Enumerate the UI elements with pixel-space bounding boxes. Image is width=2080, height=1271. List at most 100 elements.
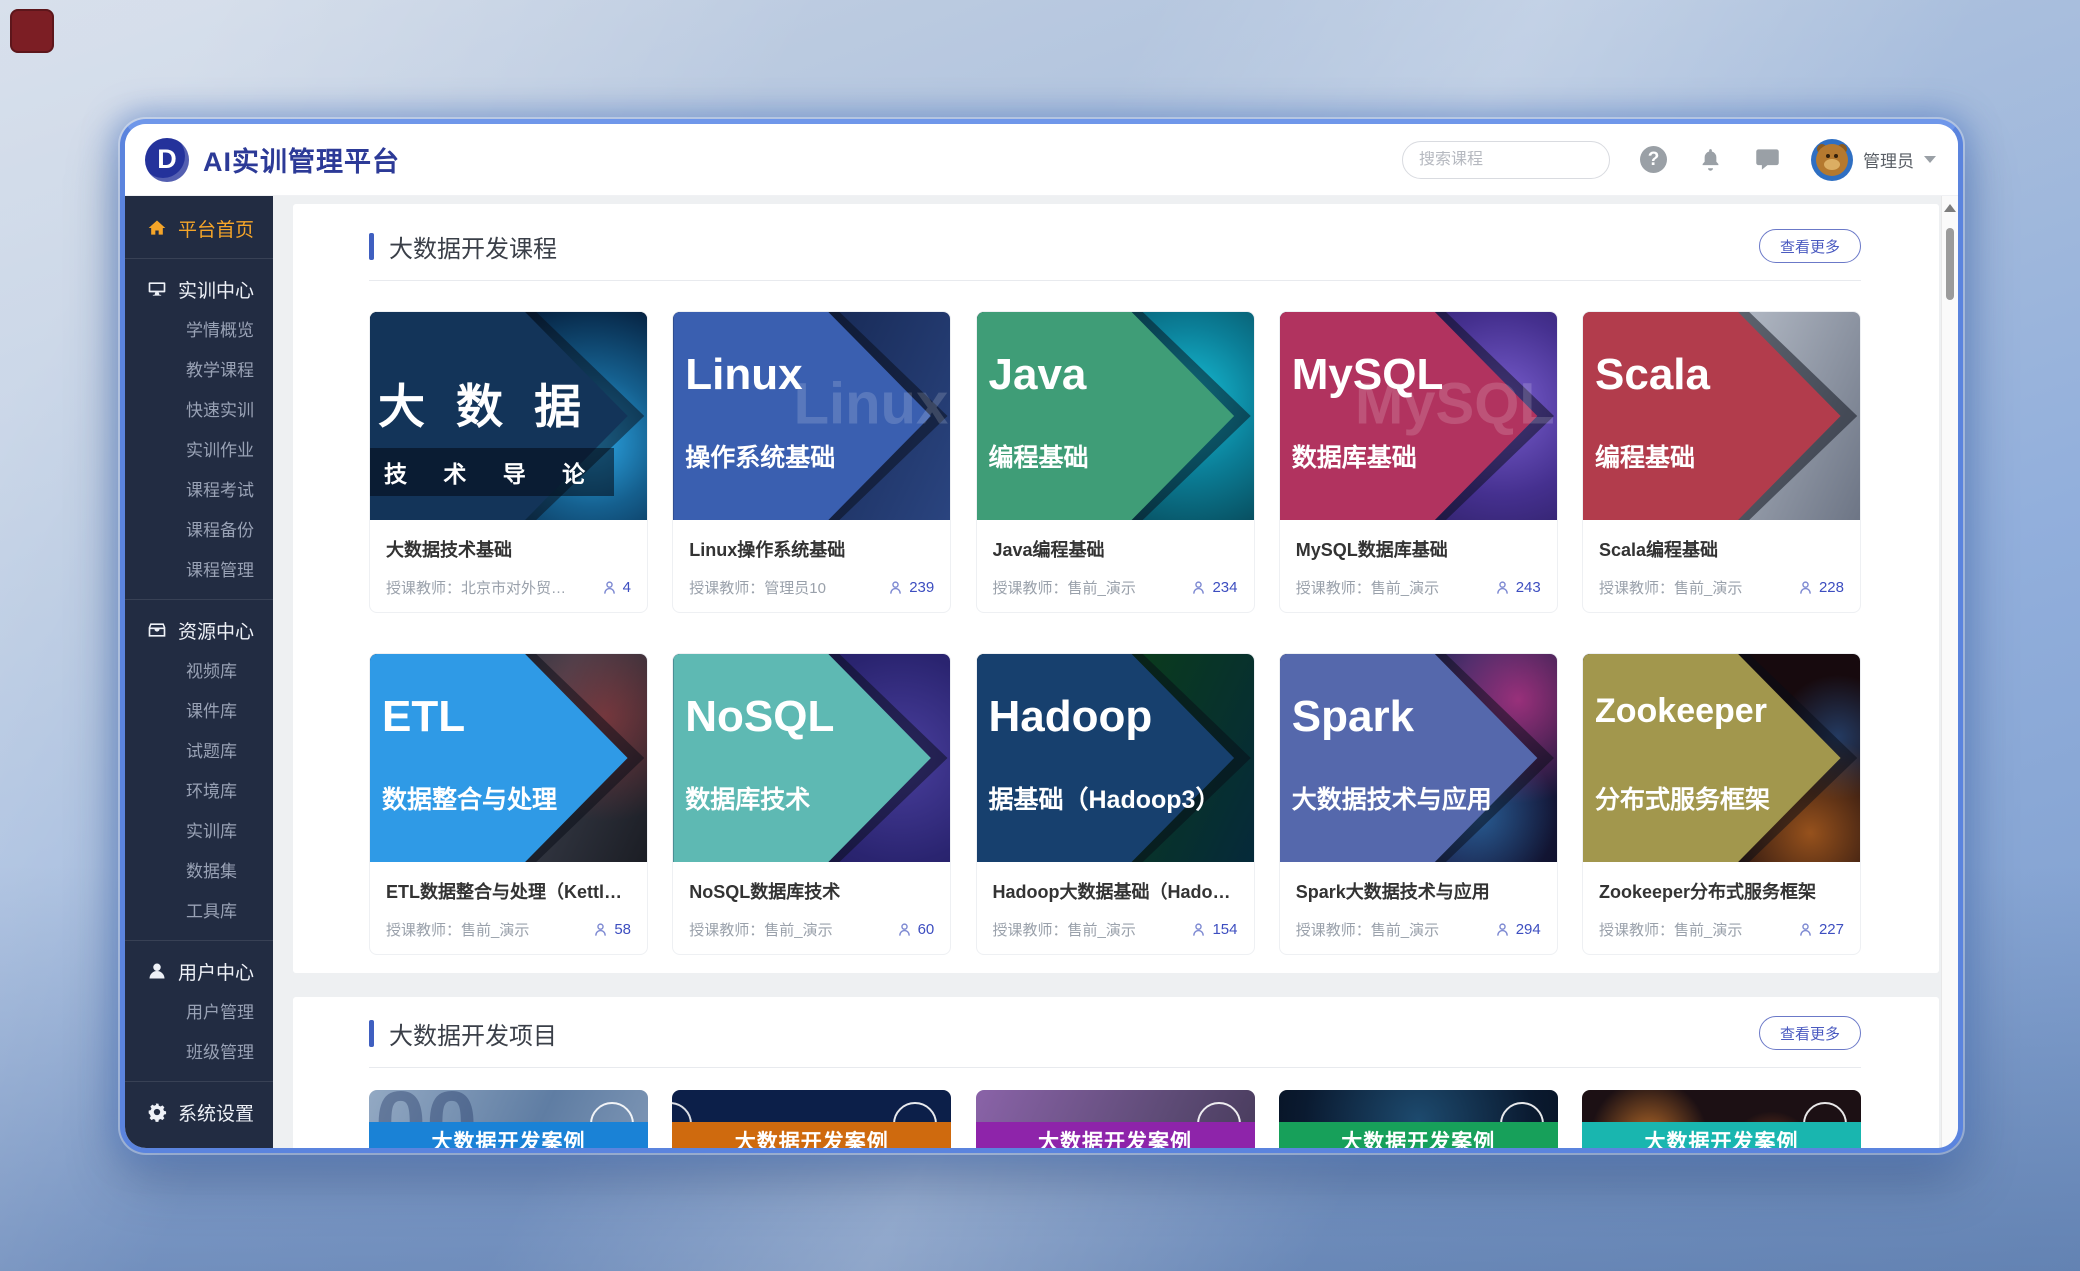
course-teacher: 授课教师：售前_演示 <box>386 919 529 940</box>
projects-more-button[interactable]: 查看更多 <box>1759 1016 1861 1050</box>
course-card[interactable]: Scala 编程基础 Scala编程基础 授课教师：售前_演示 228 <box>1582 311 1861 613</box>
sidebar-subitem[interactable]: 实训库 <box>125 812 273 852</box>
banner-chevron <box>1583 312 1860 520</box>
sidebar-item-label: 系统设置 <box>178 1099 254 1126</box>
course-card[interactable]: Spark 大数据技术与应用 Spark大数据技术与应用 授课教师：售前_演示 … <box>1279 653 1558 955</box>
sidebar-item-user-center[interactable]: 用户中心 <box>125 949 273 993</box>
person-icon <box>601 579 618 596</box>
course-student-count: 239 <box>887 579 934 596</box>
course-info-row: 授课教师：售前_演示 243 <box>1296 577 1541 598</box>
course-banner: Zookeeper 分布式服务框架 <box>1583 654 1860 862</box>
app-window: D AI实训管理平台 <box>120 119 1963 1153</box>
project-card-grid: 00 大数据开发案例 大数据开发案例 大数据开发案例 大数据开发案例 <box>369 1090 1861 1148</box>
user-name: 管理员 <box>1863 147 1914 172</box>
count-number: 4 <box>623 579 631 596</box>
help-icon[interactable] <box>1640 146 1667 173</box>
sidebar-subitem[interactable]: 试题库 <box>125 732 273 772</box>
sidebar-item-label: 实训中心 <box>178 276 254 303</box>
course-banner: Spark 大数据技术与应用 <box>1280 654 1557 862</box>
course-student-count: 4 <box>601 579 631 596</box>
count-number: 227 <box>1819 921 1844 938</box>
sidebar-subitem[interactable]: 实训作业 <box>125 431 273 471</box>
title-accent-bar <box>369 1020 374 1047</box>
course-card[interactable]: ETL 数据整合与处理 ETL数据整合与处理（Kettle） 授课教师：售前_演… <box>369 653 648 955</box>
course-card[interactable]: Linux Linux 操作系统基础 Linux操作系统基础 授课教师：管理员1… <box>672 311 951 613</box>
main-content: 大数据开发课程 查看更多 大 数 据 技 术 导 论 大数据技术基础 授课教师：… <box>273 196 1941 1148</box>
search-box[interactable] <box>1402 141 1610 179</box>
sidebar-subitem[interactable]: 课程备份 <box>125 511 273 551</box>
sidebar-item-system-settings[interactable]: 系统设置 <box>125 1090 273 1134</box>
course-title: Hadoop大数据基础（Hadoop3） <box>993 878 1238 904</box>
sidebar-item-training-center[interactable]: 实训中心 <box>125 267 273 311</box>
course-teacher: 授课教师：售前_演示 <box>1296 919 1439 940</box>
sidebar-subitem[interactable]: 学情概览 <box>125 311 273 351</box>
projects-section-title: 大数据开发项目 <box>389 1016 557 1051</box>
project-card[interactable]: 大数据开发案例 <box>976 1090 1255 1148</box>
sidebar-subitem[interactable]: 课程管理 <box>125 551 273 591</box>
course-info-row: 授课教师：售前_演示 227 <box>1599 919 1844 940</box>
app-logo[interactable]: D <box>145 138 189 182</box>
section-courses: 大数据开发课程 查看更多 大 数 据 技 术 导 论 大数据技术基础 授课教师：… <box>293 204 1939 973</box>
course-teacher: 授课教师：管理员10 <box>689 577 826 598</box>
course-student-count: 58 <box>592 921 631 938</box>
sidebar-subitem[interactable]: 教学课程 <box>125 351 273 391</box>
search-input[interactable] <box>1419 151 1626 169</box>
course-teacher: 授课教师：售前_演示 <box>993 919 1136 940</box>
scrollbar-thumb[interactable] <box>1946 228 1954 300</box>
project-band-label: 大数据开发案例 <box>1341 1126 1495 1149</box>
course-banner: MySQL MySQL 数据库基础 <box>1280 312 1557 520</box>
app-header: D AI实训管理平台 <box>125 124 1958 196</box>
person-icon <box>1190 921 1207 938</box>
count-number: 294 <box>1516 921 1541 938</box>
course-meta: Zookeeper分布式服务框架 授课教师：售前_演示 227 <box>1583 862 1860 954</box>
course-meta: Java编程基础 授课教师：售前_演示 234 <box>977 520 1254 612</box>
course-card[interactable]: Zookeeper 分布式服务框架 Zookeeper分布式服务框架 授课教师：… <box>1582 653 1861 955</box>
sidebar-item-label: 用户中心 <box>178 958 254 985</box>
project-card[interactable]: 大数据开发案例 <box>1279 1090 1558 1148</box>
sidebar-subitem[interactable]: 快速实训 <box>125 391 273 431</box>
project-card[interactable]: 大数据开发案例 <box>672 1090 951 1148</box>
scroll-up-arrow-icon[interactable] <box>1944 204 1956 212</box>
avatar[interactable] <box>1811 139 1853 181</box>
banner-subtitle: 技 术 导 论 <box>370 448 614 496</box>
sidebar-subitem[interactable]: 用户管理 <box>125 993 273 1033</box>
sidebar-subitem[interactable]: 课程考试 <box>125 471 273 511</box>
sidebar-subitem[interactable]: 视频库 <box>125 652 273 692</box>
logo-letter: D <box>157 144 177 175</box>
user-menu[interactable]: 管理员 <box>1811 139 1936 181</box>
course-card[interactable]: NoSQL 数据库技术 NoSQL数据库技术 授课教师：售前_演示 60 <box>672 653 951 955</box>
sidebar-subitem[interactable]: 环境库 <box>125 772 273 812</box>
sidebar-item-resource-center[interactable]: 资源中心 <box>125 608 273 652</box>
course-card[interactable]: 大 数 据 技 术 导 论 大数据技术基础 授课教师：北京市对外贸易学校教...… <box>369 311 648 613</box>
course-title: 大数据技术基础 <box>386 536 631 562</box>
bell-icon[interactable] <box>1697 146 1724 173</box>
course-title: Java编程基础 <box>993 536 1238 562</box>
sidebar-item-home[interactable]: 平台首页 <box>125 206 273 250</box>
course-meta: Scala编程基础 授课教师：售前_演示 228 <box>1583 520 1860 612</box>
course-card[interactable]: Java 编程基础 Java编程基础 授课教师：售前_演示 234 <box>976 311 1255 613</box>
course-info-row: 授课教师：售前_演示 154 <box>993 919 1238 940</box>
course-card[interactable]: MySQL MySQL 数据库基础 MySQL数据库基础 授课教师：售前_演示 … <box>1279 311 1558 613</box>
course-card[interactable]: Hadoop 据基础（Hadoop3） Hadoop大数据基础（Hadoop3）… <box>976 653 1255 955</box>
banner-title: 大 数 据 <box>378 368 590 437</box>
sidebar-subitem[interactable]: 班级管理 <box>125 1033 273 1073</box>
scrollbar-track[interactable] <box>1941 196 1958 1148</box>
sidebar-subitem[interactable]: 数据集 <box>125 852 273 892</box>
sidebar-item-label: 平台首页 <box>178 215 254 242</box>
banner-subtitle: 操作系统基础 <box>685 438 835 474</box>
banner-title: NoSQL <box>685 692 834 742</box>
courses-section-title: 大数据开发课程 <box>389 229 557 264</box>
project-card[interactable]: 00 大数据开发案例 <box>369 1090 648 1148</box>
title-accent-bar <box>369 233 374 260</box>
sidebar-divider <box>125 599 273 600</box>
sidebar-subitem[interactable]: 工具库 <box>125 892 273 932</box>
course-info-row: 授课教师：售前_演示 294 <box>1296 919 1541 940</box>
person-icon <box>1494 921 1511 938</box>
project-card[interactable]: 大数据开发案例 <box>1582 1090 1861 1148</box>
chat-icon[interactable] <box>1754 146 1781 173</box>
banner-title: MySQL <box>1292 350 1444 400</box>
banner-title: Linux <box>685 350 802 400</box>
sidebar-subitem[interactable]: 课件库 <box>125 692 273 732</box>
courses-more-button[interactable]: 查看更多 <box>1759 229 1861 263</box>
projects-section-head: 大数据开发项目 查看更多 <box>369 1013 1861 1053</box>
